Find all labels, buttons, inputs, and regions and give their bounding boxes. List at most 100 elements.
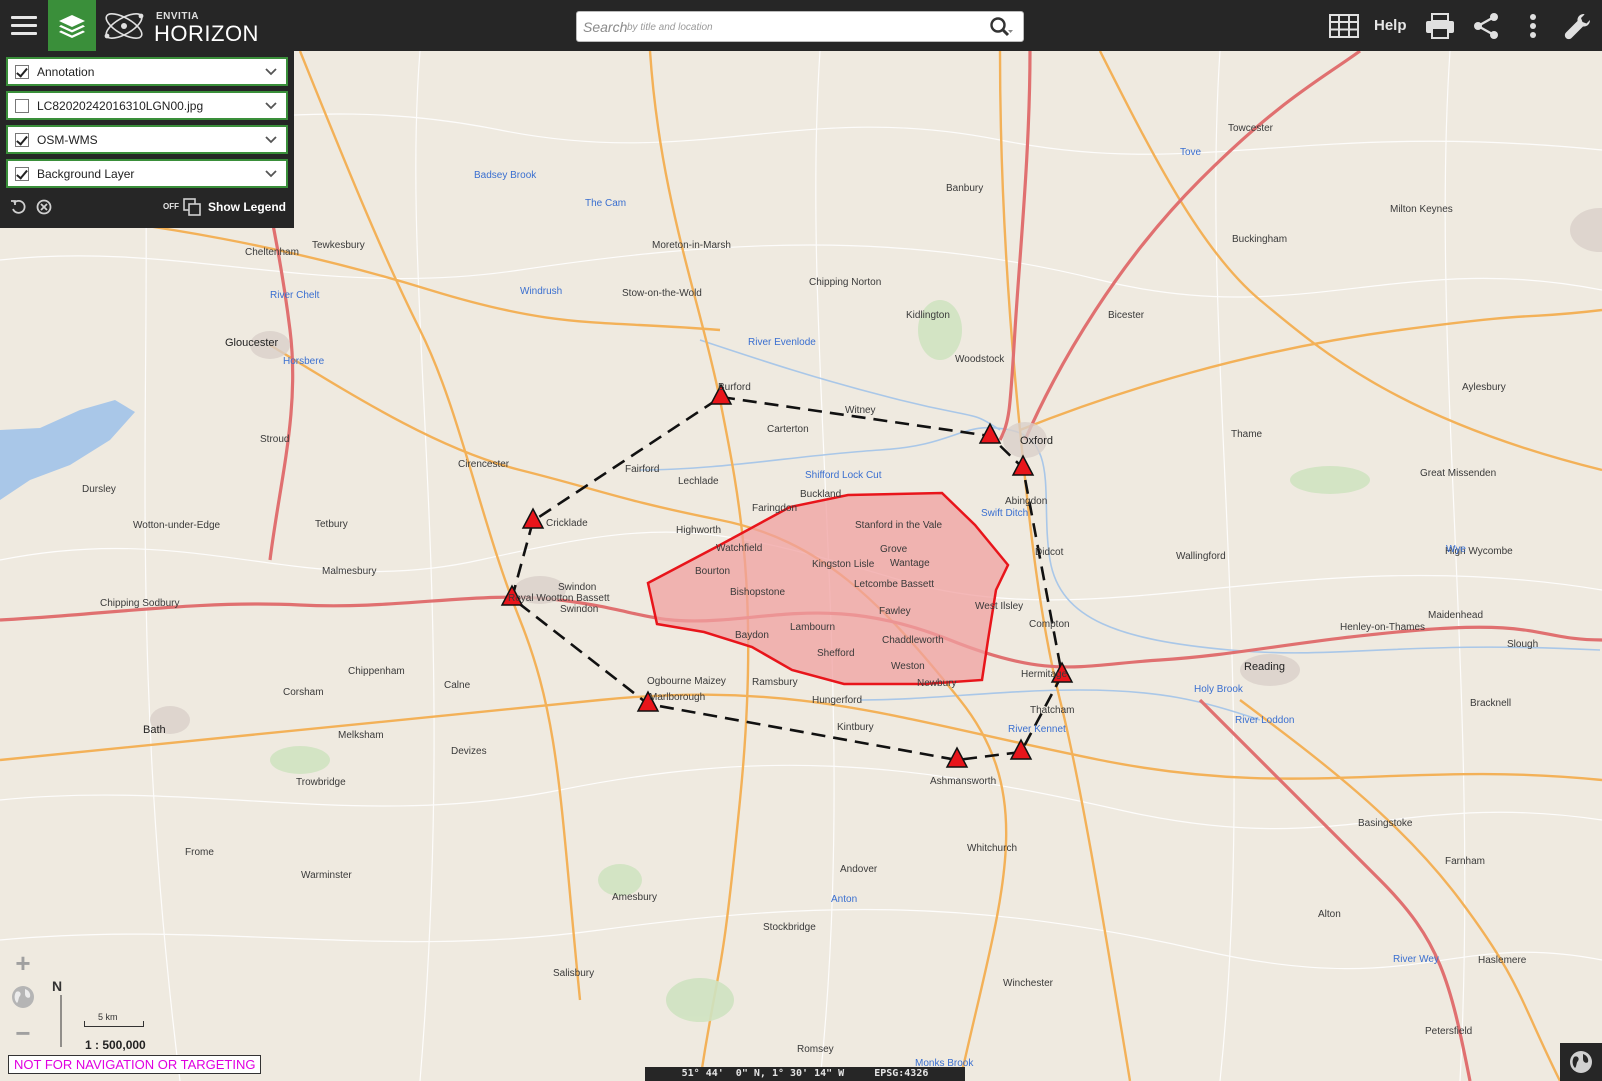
place-label: Newbury bbox=[917, 678, 956, 689]
layer-checkbox[interactable] bbox=[15, 65, 29, 79]
place-label: Salisbury bbox=[553, 968, 594, 979]
print-button[interactable] bbox=[1424, 10, 1456, 42]
place-label: Woodstock bbox=[955, 354, 1005, 365]
place-label: Winchester bbox=[1003, 978, 1054, 989]
place-label: Warminster bbox=[301, 870, 352, 881]
place-label: Banbury bbox=[946, 183, 983, 194]
layer-row-background[interactable]: Background Layer bbox=[6, 159, 288, 188]
water-label: River Wey bbox=[1393, 954, 1439, 965]
place-label: Chipping Norton bbox=[809, 277, 881, 288]
place-label: Hermitage bbox=[1021, 669, 1068, 680]
chevron-down-icon[interactable] bbox=[264, 167, 278, 181]
layer-row-landsat[interactable]: LC82020242016310LGN00.jpg bbox=[6, 91, 288, 120]
tools-button[interactable] bbox=[1562, 10, 1594, 42]
share-icon bbox=[1474, 13, 1498, 39]
place-label: Whitchurch bbox=[967, 843, 1017, 854]
chevron-down-icon[interactable] bbox=[264, 99, 278, 113]
layer-name: OSM-WMS bbox=[37, 133, 98, 147]
print-icon bbox=[1426, 13, 1454, 39]
globe-icon[interactable] bbox=[10, 984, 36, 1010]
place-label: Tetbury bbox=[315, 519, 348, 530]
place-label: Watchfield bbox=[716, 543, 762, 554]
chevron-down-icon[interactable] bbox=[264, 65, 278, 79]
water-label: Horsbere bbox=[283, 356, 325, 367]
place-label: Swindon bbox=[560, 604, 598, 615]
place-label: Wantage bbox=[890, 558, 930, 569]
place-label: Aylesbury bbox=[1462, 382, 1506, 393]
place-label: Marlborough bbox=[649, 692, 705, 703]
place-label: Trowbridge bbox=[296, 777, 346, 788]
coord-lat: 51° 44' 0" N, bbox=[681, 1068, 766, 1079]
chevron-down-icon[interactable] bbox=[264, 133, 278, 147]
place-label: Wotton-under-Edge bbox=[133, 520, 221, 531]
search-box[interactable]: by title and location bbox=[576, 11, 1024, 42]
menu-icon-line bbox=[10, 16, 37, 19]
layer-checkbox[interactable] bbox=[15, 167, 29, 181]
share-button[interactable] bbox=[1470, 10, 1502, 42]
place-label: Highworth bbox=[676, 525, 721, 536]
water-label: Tove bbox=[1180, 147, 1202, 158]
place-label: Moreton-in-Marsh bbox=[652, 240, 731, 251]
search-input[interactable] bbox=[577, 12, 977, 41]
help-link[interactable]: Help bbox=[1374, 17, 1407, 34]
layers-button[interactable] bbox=[48, 0, 96, 51]
more-button[interactable] bbox=[1522, 10, 1544, 42]
layer-row-osm-wms[interactable]: OSM-WMS bbox=[6, 125, 288, 154]
water-label: Shifford Lock Cut bbox=[805, 470, 882, 481]
legend-toggle-state: OFF bbox=[163, 202, 179, 211]
menu-button[interactable] bbox=[0, 0, 47, 51]
place-label: Wallingford bbox=[1176, 551, 1226, 562]
place-label: Shefford bbox=[817, 648, 855, 659]
water-label: River Chelt bbox=[270, 290, 320, 301]
layer-name: LC82020242016310LGN00.jpg bbox=[37, 99, 204, 113]
place-label: Fawley bbox=[879, 606, 911, 617]
place-label: Compton bbox=[1029, 619, 1070, 630]
place-label: Carterton bbox=[767, 424, 809, 435]
legend-icon[interactable] bbox=[183, 198, 201, 216]
place-label: Stow-on-the-Wold bbox=[622, 288, 702, 299]
place-label: Kingston Lisle bbox=[812, 559, 875, 570]
layer-checkbox[interactable] bbox=[15, 133, 29, 147]
zoom-out-button[interactable]: − bbox=[8, 1018, 38, 1048]
layer-row-annotation[interactable]: Annotation bbox=[6, 57, 288, 86]
place-label: Swindon bbox=[558, 582, 596, 593]
place-label: Faringdon bbox=[752, 503, 797, 514]
place-label: Devizes bbox=[451, 746, 487, 757]
place-label: Bishopstone bbox=[730, 587, 785, 598]
place-label: Weston bbox=[891, 661, 925, 672]
app: Oxford Abingdon Didcot Wantage Grove Stanford… bbox=[0, 0, 1602, 1081]
water-label: Anton bbox=[831, 894, 857, 905]
zoom-in-button[interactable]: + bbox=[8, 948, 38, 978]
place-label: Kidlington bbox=[906, 310, 950, 321]
north-arrow-icon bbox=[60, 995, 62, 1047]
top-bar: ENVITIA HORIZON by title and location He… bbox=[0, 0, 1602, 51]
water-label: Windrush bbox=[520, 286, 562, 297]
overview-map-button[interactable] bbox=[1560, 1043, 1602, 1081]
place-label: Alton bbox=[1318, 909, 1341, 920]
place-label: Bourton bbox=[695, 566, 730, 577]
place-label: Buckingham bbox=[1232, 234, 1287, 245]
place-label: Andover bbox=[840, 864, 878, 875]
show-legend-button[interactable]: Show Legend bbox=[208, 200, 286, 214]
place-label: Henley-on-Thames bbox=[1340, 622, 1425, 633]
scale-ratio: 1 : 500,000 bbox=[85, 1038, 146, 1052]
close-icon[interactable] bbox=[36, 199, 52, 215]
water-label: Badsey Brook bbox=[474, 170, 537, 181]
reset-icon[interactable] bbox=[10, 199, 26, 215]
place-label: Chippenham bbox=[348, 666, 405, 677]
place-label: Malmesbury bbox=[322, 566, 376, 577]
navigation-warning: NOT FOR NAVIGATION OR TARGETING bbox=[8, 1055, 262, 1074]
water-label: River Kennet bbox=[1008, 724, 1066, 735]
layer-checkbox[interactable] bbox=[15, 99, 29, 113]
place-label: Chipping Sodbury bbox=[100, 598, 180, 609]
place-label: Farnham bbox=[1445, 856, 1485, 867]
water-label: The Cam bbox=[585, 198, 626, 209]
place-label: Buckland bbox=[800, 489, 841, 500]
search-icon[interactable] bbox=[989, 16, 1013, 38]
place-label: West Ilsley bbox=[975, 601, 1023, 612]
place-label: Frome bbox=[185, 847, 214, 858]
place-label: Didcot bbox=[1035, 547, 1064, 558]
place-label: Thatcham bbox=[1030, 705, 1074, 716]
place-label: Petersfield bbox=[1425, 1026, 1472, 1037]
grid-button[interactable] bbox=[1328, 10, 1360, 42]
